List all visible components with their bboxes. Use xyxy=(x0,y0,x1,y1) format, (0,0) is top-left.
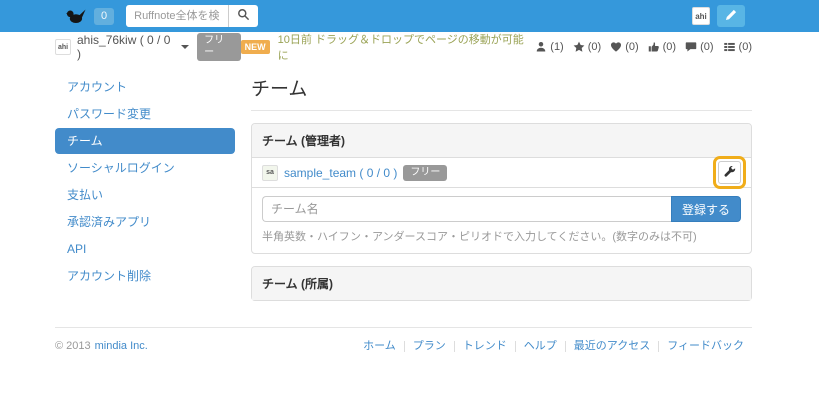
wrench-icon xyxy=(723,165,736,181)
notification-badge[interactable]: 0 xyxy=(94,8,114,25)
footer-links: ホーム プラン トレンド ヘルプ 最近のアクセス フィードバック xyxy=(355,341,752,352)
footer-link-recent-access[interactable]: 最近のアクセス xyxy=(565,341,658,352)
footer-link-help[interactable]: ヘルプ xyxy=(515,341,565,352)
team-member-panel-title: チーム (所属) xyxy=(252,267,751,300)
search-button[interactable] xyxy=(228,5,258,27)
copyright: © 2013 mindia Inc. xyxy=(55,340,148,352)
search-icon xyxy=(237,8,250,24)
team-admin-panel-title: チーム (管理者) xyxy=(252,124,751,158)
page-title: チーム xyxy=(251,72,752,111)
footer-link-feedback[interactable]: フィードバック xyxy=(658,341,752,352)
user-avatar[interactable]: ahi xyxy=(55,39,71,55)
username-dropdown[interactable]: ahis_76kiw ( 0 / 0 ) xyxy=(77,33,189,61)
company-link[interactable]: mindia Inc. xyxy=(95,340,148,352)
list-icon xyxy=(723,41,736,53)
site-search xyxy=(126,5,258,27)
main-panel: チーム チーム (管理者) sa sample_team ( 0 / 0 ) フ… xyxy=(251,72,752,301)
create-team-form: 登録する 半角英数・ハイフン・アンダースコア・ピリオドで入力してください。(数字… xyxy=(252,187,751,253)
plan-badge: フリー xyxy=(197,33,241,61)
team-name-input[interactable] xyxy=(262,196,671,222)
new-badge: NEW xyxy=(241,40,270,54)
settings-sidebar: アカウント パスワード変更 チーム ソーシャルログイン 支払い 承認済みアプリ … xyxy=(55,72,235,301)
topbar: 0 ahi xyxy=(0,0,819,32)
footer-link-plan[interactable]: プラン xyxy=(404,341,454,352)
sidebar-item-team[interactable]: チーム xyxy=(55,128,235,154)
register-button[interactable]: 登録する xyxy=(671,196,741,222)
team-avatar: sa xyxy=(262,165,278,181)
topbar-avatar[interactable]: ahi xyxy=(692,7,710,25)
content-area: アカウント パスワード変更 チーム ソーシャルログイン 支払い 承認済みアプリ … xyxy=(0,62,819,301)
sidebar-item-api[interactable]: API xyxy=(55,236,235,262)
pencil-icon xyxy=(725,9,737,24)
members-count[interactable]: (1) xyxy=(535,41,563,53)
comments-count[interactable]: (0) xyxy=(685,41,713,53)
copyright-year: © 2013 xyxy=(55,340,91,352)
team-name-help-text: 半角英数・ハイフン・アンダースコア・ピリオドで入力してください。(数字のみは不可… xyxy=(262,228,741,244)
search-input[interactable] xyxy=(126,5,228,27)
comment-icon xyxy=(685,41,697,53)
username-label: ahis_76kiw ( 0 / 0 ) xyxy=(77,33,176,61)
stars-count[interactable]: (0) xyxy=(573,41,601,53)
heart-icon xyxy=(610,41,622,53)
team-settings-button[interactable] xyxy=(718,161,741,184)
team-member-panel: チーム (所属) xyxy=(251,266,752,301)
likes-count[interactable]: (0) xyxy=(610,41,638,53)
thumbsup-icon xyxy=(648,41,660,53)
new-note-button[interactable] xyxy=(717,5,745,27)
bird-logo-icon[interactable] xyxy=(65,7,86,25)
chevron-down-icon xyxy=(181,45,189,49)
sidebar-item-account[interactable]: アカウント xyxy=(55,74,235,100)
sidebar-item-payment[interactable]: 支払い xyxy=(55,182,235,208)
pages-count[interactable]: (0) xyxy=(723,41,752,53)
user-strip: ahi ahis_76kiw ( 0 / 0 ) フリー NEW 10日前 ドラ… xyxy=(0,32,819,62)
member-icon xyxy=(535,41,547,53)
footer-link-trend[interactable]: トレンド xyxy=(454,341,515,352)
sidebar-item-approved-apps[interactable]: 承認済みアプリ xyxy=(55,209,235,235)
team-name-link[interactable]: sample_team ( 0 / 0 ) xyxy=(284,166,397,180)
star-icon xyxy=(573,41,585,53)
sidebar-item-delete-account[interactable]: アカウント削除 xyxy=(55,263,235,289)
team-admin-panel: チーム (管理者) sa sample_team ( 0 / 0 ) フリー xyxy=(251,123,752,254)
sidebar-item-password[interactable]: パスワード変更 xyxy=(55,101,235,127)
sidebar-item-social-login[interactable]: ソーシャルログイン xyxy=(55,155,235,181)
team-plan-badge: フリー xyxy=(403,165,447,181)
footer-link-home[interactable]: ホーム xyxy=(355,341,404,352)
news-link[interactable]: 10日前 ドラッグ＆ドロップでページの移動が可能に xyxy=(278,31,528,63)
thumbsup-count[interactable]: (0) xyxy=(648,41,676,53)
footer: © 2013 mindia Inc. ホーム プラン トレンド ヘルプ 最近のアク… xyxy=(55,327,752,352)
team-row: sa sample_team ( 0 / 0 ) フリー xyxy=(252,158,751,187)
stats-row: (1) (0) (0) xyxy=(535,41,752,53)
